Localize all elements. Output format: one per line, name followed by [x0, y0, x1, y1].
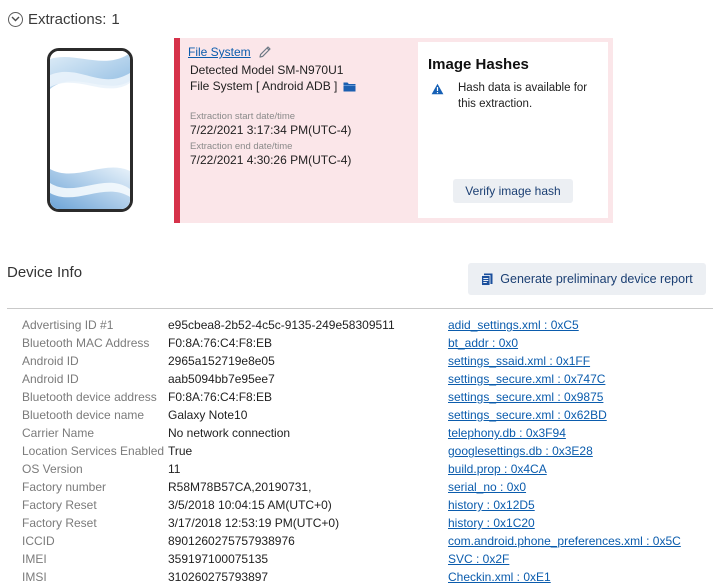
row-source-link[interactable]: build.prop : 0x4CA: [448, 462, 547, 476]
row-source-link[interactable]: history : 0x12D5: [448, 498, 535, 512]
generate-report-label[interactable]: Generate preliminary device report: [500, 272, 692, 286]
table-row: Advertising ID #1 e95cbea8-2b52-4c5c-9135…: [0, 316, 713, 334]
table-row: Carrier Name No network connection telepho…: [0, 424, 713, 442]
row-source-link[interactable]: telephony.db : 0x3F94: [448, 426, 566, 440]
table-row: Bluetooth device name Galaxy Note10 settin…: [0, 406, 713, 424]
row-source-link[interactable]: settings_secure.xml : 0x9875: [448, 390, 603, 404]
row-source-link[interactable]: SVC : 0x2F: [448, 552, 509, 566]
row-label: Location Services Enabled: [22, 444, 165, 458]
row-label: Android ID: [22, 354, 79, 368]
extractions-title: Extractions: 1: [28, 11, 120, 28]
row-value: F0:8A:76:C4:F8:EB: [168, 336, 273, 350]
verify-image-hash-button[interactable]: Verify image hash: [453, 179, 573, 203]
table-row: Factory number R58M78B57CA,20190731, seria…: [0, 478, 713, 496]
row-source-link[interactable]: adid_settings.xml : 0xC5: [448, 318, 579, 332]
row-value: R58M78B57CA,20190731,: [168, 480, 312, 494]
row-source-link[interactable]: history : 0x1C20: [448, 516, 535, 530]
detected-model: Detected Model SM-N970U1: [190, 63, 344, 77]
row-value: 3/5/2018 10:04:15 AM(UTC+0): [168, 498, 332, 512]
warning-icon: [431, 82, 444, 100]
report-icon: [481, 273, 493, 286]
table-row: Android ID 2965a152719e8e05 settings_ssaid…: [0, 352, 713, 370]
extractions-label: Extractions:: [28, 10, 107, 28]
image-hashes-message: Hash data is available for this extracti…: [458, 82, 588, 110]
image-hashes-title: Image Hashes: [428, 56, 529, 73]
row-label: Bluetooth MAC Address: [22, 336, 150, 350]
table-row: IMSI 310260275793897 Checkin.xml : 0xE1: [0, 568, 713, 586]
row-value: 8901260275757938976: [168, 534, 295, 548]
row-value: 3/17/2018 12:53:19 PM(UTC+0): [168, 516, 340, 530]
extraction-end-caption: Extraction end date/time: [190, 141, 293, 152]
table-row: Location Services Enabled True googlesetti…: [0, 442, 713, 460]
row-value: 310260275793897: [168, 570, 269, 584]
file-system-link[interactable]: File System: [188, 44, 273, 60]
row-value: Galaxy Note10: [168, 408, 248, 422]
extractions-toggle[interactable]: Extractions: 1: [8, 9, 120, 29]
row-label: IMEI: [22, 552, 47, 566]
table-row: ICCID 8901260275757938976 com.android.phon…: [0, 532, 713, 550]
file-system-link-label[interactable]: File System: [188, 45, 251, 59]
table-row: Factory Reset 3/17/2018 12:53:19 PM(UTC+0…: [0, 514, 713, 532]
row-label: Bluetooth device name: [22, 408, 145, 422]
device-image: [47, 48, 133, 212]
row-label: Bluetooth device address: [22, 390, 157, 404]
chevron-down-icon[interactable]: [8, 11, 23, 27]
table-row: Factory Reset 3/5/2018 10:04:15 AM(UTC+0)…: [0, 496, 713, 514]
row-source-link[interactable]: settings_ssaid.xml : 0x1FF: [448, 354, 590, 368]
section-divider: [7, 308, 713, 309]
file-system-type-label: File System [ Android ADB ]: [190, 79, 338, 93]
table-row: Bluetooth MAC Address F0:8A:76:C4:F8:EB bt…: [0, 334, 713, 352]
table-row: Bluetooth device address F0:8A:76:C4:F8:E…: [0, 388, 713, 406]
folder-icon: [343, 82, 356, 91]
row-source-link[interactable]: Checkin.xml : 0xE1: [448, 570, 551, 584]
table-row: OS Version 11 build.prop : 0x4CA: [0, 460, 713, 478]
row-value: 2965a152719e8e05: [168, 354, 275, 368]
row-label: Carrier Name: [22, 426, 95, 440]
phone-screen-graphic: [50, 51, 130, 209]
row-label: Advertising ID #1: [22, 318, 114, 332]
row-source-link[interactable]: googlesettings.db : 0x3E28: [448, 444, 593, 458]
row-value: True: [168, 444, 193, 458]
row-value: aab5094bb7e95ee7: [168, 372, 275, 386]
row-label: Factory Reset: [22, 498, 97, 512]
row-source-link[interactable]: com.android.phone_preferences.xml : 0x5C: [448, 534, 681, 548]
extraction-start-caption: Extraction start date/time: [190, 111, 296, 122]
row-label: IMSI: [22, 570, 47, 584]
extraction-end-value: 7/22/2021 4:30:26 PM(UTC-4): [190, 153, 352, 167]
file-system-type: File System [ Android ADB ]: [190, 79, 356, 93]
row-label: Android ID: [22, 372, 79, 386]
row-value: No network connection: [168, 426, 291, 440]
pencil-icon[interactable]: [257, 44, 273, 60]
row-source-link[interactable]: settings_secure.xml : 0x62BD: [448, 408, 607, 422]
row-source-link[interactable]: settings_secure.xml : 0x747C: [448, 372, 605, 386]
device-info-title: Device Info: [7, 264, 83, 281]
generate-report-button[interactable]: Generate preliminary device report: [468, 263, 706, 295]
row-label: Factory number: [22, 480, 107, 494]
extractions-count: 1: [111, 10, 120, 28]
row-value: 11: [168, 462, 181, 476]
row-label: ICCID: [22, 534, 55, 548]
row-source-link[interactable]: serial_no : 0x0: [448, 480, 526, 494]
row-label: Factory Reset: [22, 516, 97, 530]
extraction-start-value: 7/22/2021 3:17:34 PM(UTC-4): [190, 123, 352, 137]
row-label: OS Version: [22, 462, 83, 476]
row-value: e95cbea8-2b52-4c5c-9135-249e58309511: [168, 318, 395, 332]
table-row: Android ID aab5094bb7e95ee7 settings_secur…: [0, 370, 713, 388]
table-row: IMEI 359197100075135 SVC : 0x2F: [0, 550, 713, 568]
row-value: F0:8A:76:C4:F8:EB: [168, 390, 273, 404]
row-value: 359197100075135: [168, 552, 269, 566]
row-source-link[interactable]: bt_addr : 0x0: [448, 336, 518, 350]
